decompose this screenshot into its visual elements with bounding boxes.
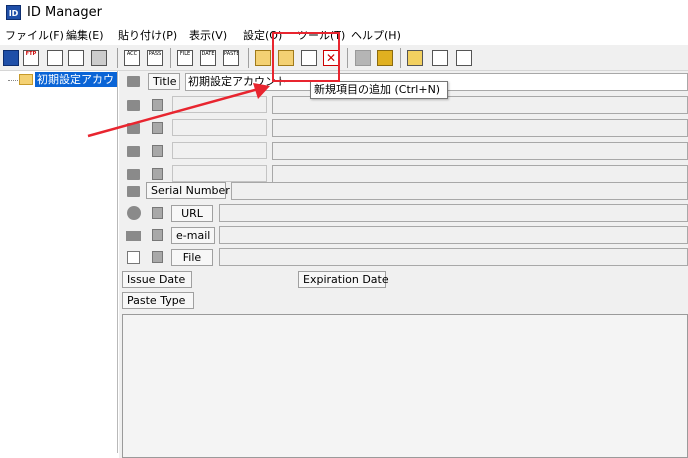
pass-field-icon xyxy=(152,122,163,134)
window-title: ID Manager xyxy=(27,5,102,20)
toolbar-separator xyxy=(400,48,401,68)
ftp-icon[interactable]: FTP xyxy=(23,50,39,66)
field-3-icon xyxy=(152,145,163,157)
details-pane: Title 初期設定アカウント Serial Number URL e-mail… xyxy=(119,71,688,458)
pass-check-icon[interactable] xyxy=(456,50,472,66)
url-icon[interactable] xyxy=(47,50,63,66)
custom-label-1[interactable] xyxy=(172,96,267,113)
file-label[interactable]: File xyxy=(171,249,213,266)
folder-new-icon[interactable] xyxy=(255,50,271,66)
custom-label-3[interactable] xyxy=(172,142,267,159)
annotation-highlight-box xyxy=(272,32,340,82)
email-label[interactable]: e-mail xyxy=(171,227,215,244)
custom-field-2[interactable] xyxy=(272,119,688,137)
url2-icon[interactable] xyxy=(68,50,84,66)
acc-icon[interactable]: ACC xyxy=(124,50,140,66)
menu-bar: ファイル(F) 編集(E) 貼り付け(P) 表示(V) 設定(O) ツール(T)… xyxy=(0,26,688,45)
list-icon xyxy=(127,251,140,264)
copy-icon xyxy=(127,100,140,111)
menu-paste[interactable]: 貼り付け(P) xyxy=(118,28,177,43)
tree-item-root[interactable]: 初期設定アカウ xyxy=(35,72,117,87)
issue-date-label[interactable]: Issue Date xyxy=(122,271,192,288)
paste-icon[interactable]: PASTE xyxy=(223,50,239,66)
expiration-date-label[interactable]: Expiration Date xyxy=(298,271,389,288)
menu-file[interactable]: ファイル(F) xyxy=(5,28,64,43)
pass-icon[interactable]: PASS xyxy=(147,50,163,66)
toolbar: FTP ACC PASS FILE DATE PASTE ✕ xyxy=(0,45,688,71)
save-icon[interactable] xyxy=(3,50,19,66)
gray-icon[interactable] xyxy=(355,50,371,66)
menu-view[interactable]: 表示(V) xyxy=(189,28,227,43)
date-icon[interactable]: DATE xyxy=(200,50,216,66)
account-tree[interactable]: 初期設定アカウ xyxy=(0,71,118,453)
file-icon[interactable]: FILE xyxy=(177,50,193,66)
copy-icon xyxy=(127,123,140,134)
id-field-icon xyxy=(152,99,163,111)
email-field-icon xyxy=(152,229,163,241)
copy-icon xyxy=(127,169,140,180)
globe-icon xyxy=(127,206,141,220)
toolbar-separator xyxy=(117,48,118,68)
menu-help[interactable]: ヘルプ(H) xyxy=(351,28,401,43)
folder-icon xyxy=(19,74,33,85)
url-label[interactable]: URL xyxy=(171,205,213,222)
url-field[interactable] xyxy=(219,204,688,222)
email-field[interactable] xyxy=(219,226,688,244)
lock-icon[interactable] xyxy=(407,50,423,66)
toolbar-separator xyxy=(248,48,249,68)
menu-edit[interactable]: 編集(E) xyxy=(66,28,104,43)
key-icon[interactable] xyxy=(91,50,107,66)
toolbar-separator xyxy=(170,48,171,68)
paste-type-label[interactable]: Paste Type xyxy=(122,292,194,309)
serial-number-field[interactable] xyxy=(231,182,688,200)
custom-label-4[interactable] xyxy=(172,165,267,182)
title-bar: ID ID Manager xyxy=(0,0,688,26)
mail-icon xyxy=(126,231,141,241)
gear-icon[interactable] xyxy=(377,50,393,66)
file-field[interactable] xyxy=(219,248,688,266)
memo-area[interactable] xyxy=(122,314,688,458)
custom-label-2[interactable] xyxy=(172,119,267,136)
window-icon[interactable] xyxy=(432,50,448,66)
title-row-icon xyxy=(127,76,140,87)
field-4-icon xyxy=(152,168,163,180)
serial-number-label[interactable]: Serial Number xyxy=(146,182,230,199)
file-field-icon xyxy=(152,251,163,263)
custom-field-3[interactable] xyxy=(272,142,688,160)
tree-connector xyxy=(8,80,18,81)
serial-icon xyxy=(127,186,140,197)
copy-icon xyxy=(127,146,140,157)
new-item-tooltip: 新規項目の追加 (Ctrl+N) xyxy=(310,81,448,99)
custom-field-4[interactable] xyxy=(272,165,688,183)
title-label-button[interactable]: Title xyxy=(148,73,180,90)
toolbar-separator xyxy=(347,48,348,68)
url-field-icon xyxy=(152,207,163,219)
app-icon: ID xyxy=(6,5,21,20)
